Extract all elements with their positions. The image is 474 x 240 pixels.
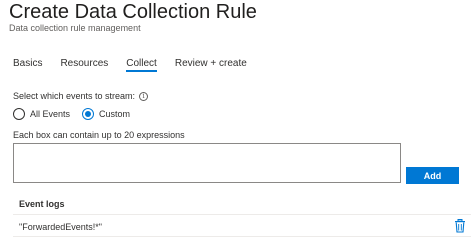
add-button[interactable]: Add	[406, 167, 459, 184]
event-logs-header: Event logs	[19, 199, 65, 209]
radio-custom[interactable]: Custom	[82, 108, 130, 120]
radio-custom-circle[interactable]	[82, 108, 95, 120]
page-subtitle: Data collection rule management	[9, 23, 141, 33]
info-icon[interactable]: i	[139, 91, 149, 101]
tab-resources[interactable]: Resources	[60, 58, 108, 76]
table-divider	[13, 214, 471, 215]
page-title: Create Data Collection Rule	[9, 1, 257, 23]
radio-custom-label: Custom	[99, 109, 131, 119]
tab-bar: Basics Resources Collect Review + create	[13, 58, 265, 76]
tab-collect[interactable]: Collect	[126, 58, 157, 76]
radio-all-events-label: All Events	[30, 109, 71, 119]
radio-all-events-circle[interactable]	[13, 108, 25, 120]
events-radio-group: All Events Custom	[13, 108, 142, 120]
table-bottom-divider	[13, 236, 471, 237]
radio-all-events[interactable]: All Events	[13, 108, 70, 120]
tab-basics[interactable]: Basics	[13, 58, 42, 76]
events-prompt-label: Select which events to stream:	[13, 91, 136, 101]
expressions-label: Each box can contain up to 20 expression…	[13, 130, 185, 140]
event-log-row-value: "ForwardedEvents!*"	[19, 222, 102, 232]
tab-review-create[interactable]: Review + create	[175, 58, 247, 76]
trash-icon[interactable]	[454, 219, 466, 233]
expressions-input[interactable]	[13, 143, 401, 183]
events-prompt-row: Select which events to stream: i	[13, 91, 149, 101]
